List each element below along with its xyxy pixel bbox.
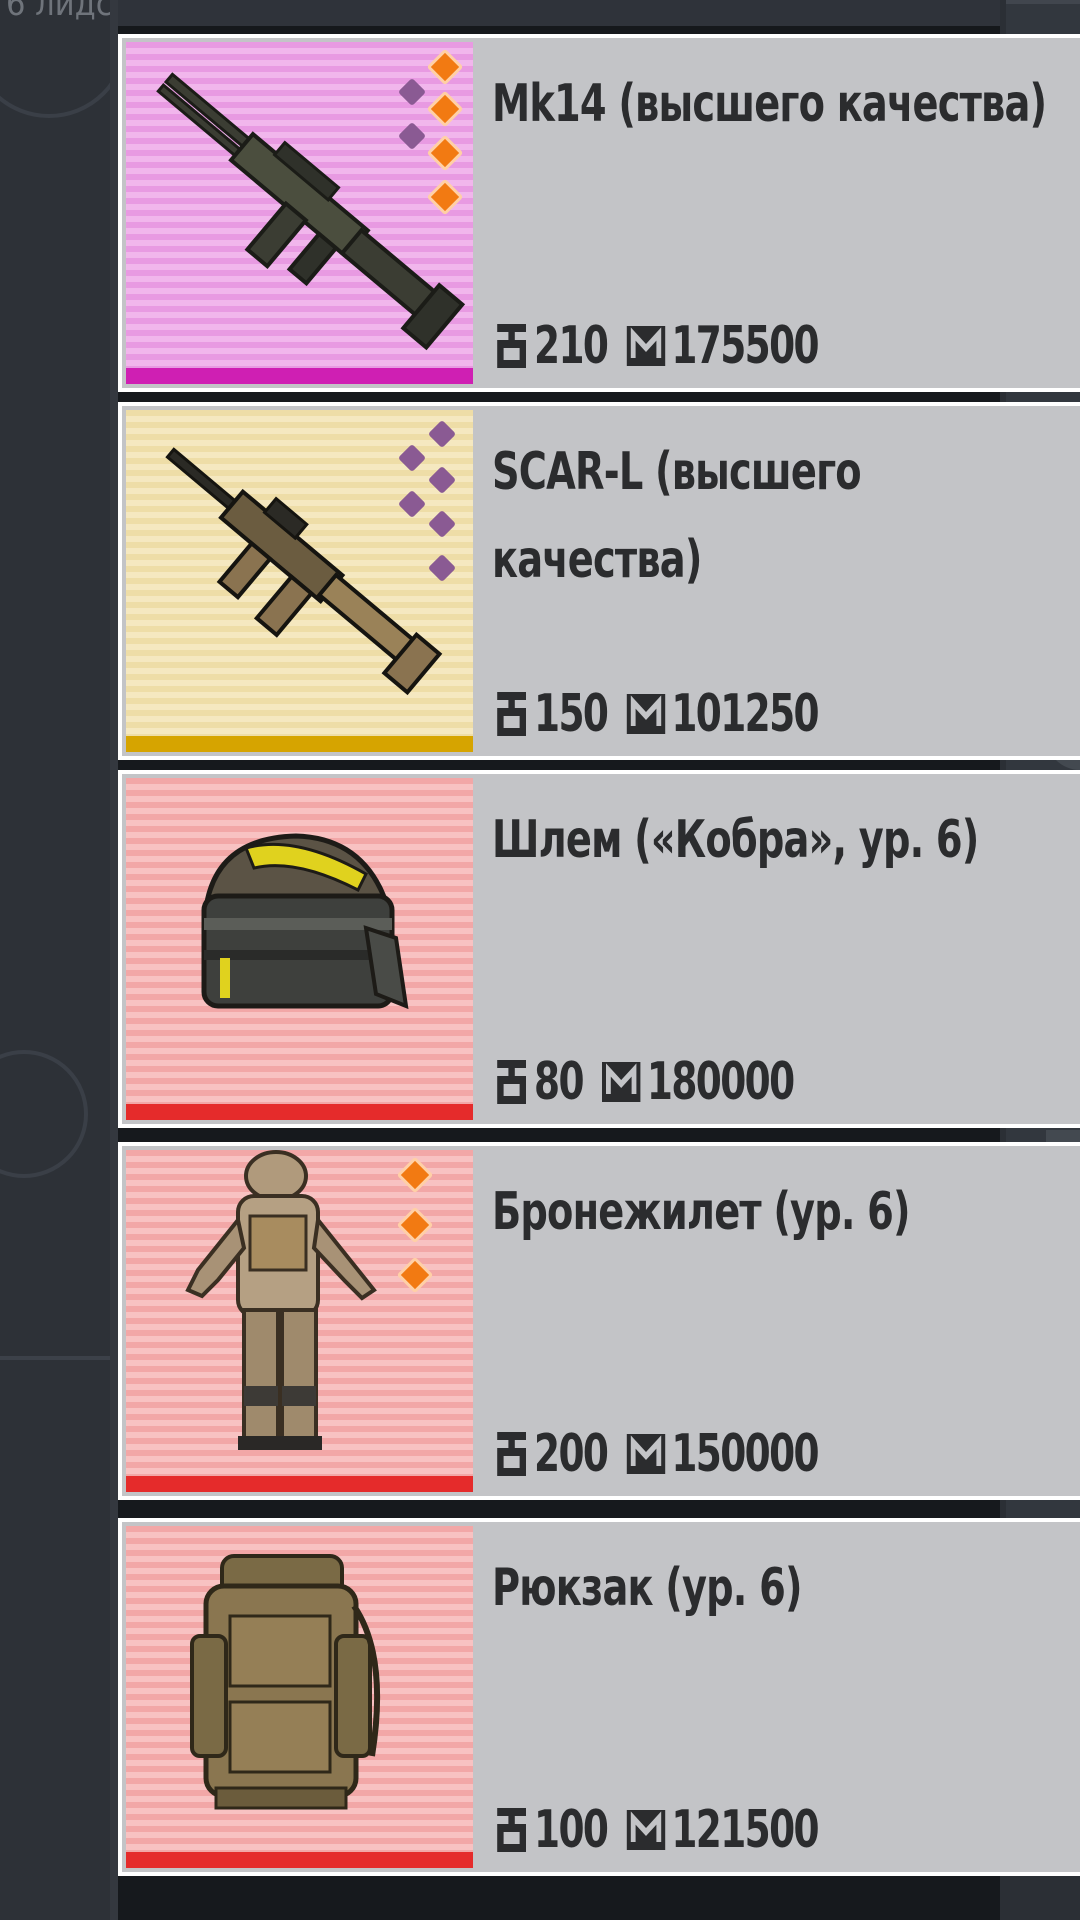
attachment-slot-filled xyxy=(426,134,464,172)
money-icon xyxy=(626,694,665,734)
left-panel xyxy=(0,0,128,1920)
item-weight: 210 xyxy=(534,316,609,376)
item-stats: 80 180000 xyxy=(494,1052,795,1112)
shop-item-list[interactable]: Mk14 (высшего качества) 210 175500 SCAR-… xyxy=(110,0,1080,1920)
money-icon xyxy=(626,1434,665,1474)
attachment-slot-empty xyxy=(397,443,427,473)
attachment-slot-filled xyxy=(396,1206,434,1244)
item-thumbnail xyxy=(126,1526,473,1868)
item-price: 121500 xyxy=(671,1800,819,1860)
background-circle xyxy=(0,1050,88,1178)
attachment-slot-filled xyxy=(426,90,464,128)
item-name: Рюкзак (ур. 6) xyxy=(492,1558,802,1618)
weight-icon xyxy=(497,692,526,736)
list-header-strip xyxy=(118,0,1000,30)
rarity-bar xyxy=(126,1104,473,1120)
item-stats: 210 175500 xyxy=(494,316,820,376)
attachment-indicators xyxy=(396,48,466,270)
item-name: Бронежилет (ур. 6) xyxy=(492,1182,911,1242)
corner-label: 6 лидс xyxy=(6,0,113,24)
item-thumbnail xyxy=(126,42,473,384)
money-icon xyxy=(602,1062,641,1102)
attachment-slot-empty xyxy=(427,553,457,583)
left-divider xyxy=(0,1356,110,1360)
weight-icon xyxy=(497,1432,526,1476)
item-card[interactable]: Шлем («Кобра», ур. 6) 80 180000 xyxy=(118,770,1080,1128)
money-icon xyxy=(626,326,665,366)
attachment-slot-filled xyxy=(396,1156,434,1194)
weight-icon xyxy=(497,324,526,368)
item-card[interactable]: Рюкзак (ур. 6) 100 121500 xyxy=(118,1518,1080,1876)
backpack-icon xyxy=(190,1554,381,1810)
item-name: Mk14 (высшего качества) xyxy=(492,74,1047,134)
item-weight: 80 xyxy=(534,1052,584,1112)
attachment-slot-filled xyxy=(426,178,464,216)
weight-icon xyxy=(497,1060,526,1104)
attachment-slot-filled xyxy=(396,1256,434,1294)
money-icon xyxy=(626,1810,665,1850)
item-price: 101250 xyxy=(671,684,819,744)
item-card[interactable]: SCAR-L (высшего качества) 150 101250 xyxy=(118,402,1080,760)
inventory-screen: 6 лидс Mk14 (высшего качества) 210 17550… xyxy=(0,0,1080,1920)
item-thumbnail xyxy=(126,410,473,752)
attachment-indicators xyxy=(376,1154,446,1374)
attachment-slot-filled xyxy=(426,48,464,86)
attachment-slot-empty xyxy=(427,465,457,495)
attachment-slot-empty xyxy=(427,509,457,539)
attachment-slot-empty xyxy=(397,77,427,107)
item-card[interactable]: Бронежилет (ур. 6) 200 150000 xyxy=(118,1142,1080,1500)
rarity-bar xyxy=(126,368,473,384)
attachment-indicators xyxy=(396,418,466,638)
item-thumbnail xyxy=(126,778,473,1120)
attachment-slot-empty xyxy=(427,419,457,449)
item-stats: 150 101250 xyxy=(494,684,820,744)
helmet-icon xyxy=(201,833,409,1010)
item-weight: 100 xyxy=(534,1800,609,1860)
item-name: Шлем («Кобра», ур. 6) xyxy=(492,810,979,870)
item-price: 180000 xyxy=(646,1052,795,1112)
rarity-bar xyxy=(126,736,473,752)
item-thumbnail xyxy=(126,1150,473,1492)
item-stats: 200 150000 xyxy=(494,1424,820,1484)
item-name: SCAR-L (высшего качества) xyxy=(492,442,862,590)
attachment-slot-empty xyxy=(397,121,427,151)
rarity-bar xyxy=(126,1476,473,1492)
item-price: 150000 xyxy=(671,1424,819,1484)
item-stats: 100 121500 xyxy=(494,1800,820,1860)
item-price: 175500 xyxy=(671,316,819,376)
attachment-slot-empty xyxy=(397,489,427,519)
item-weight: 150 xyxy=(534,684,609,744)
rarity-bar xyxy=(126,1852,473,1868)
item-weight: 200 xyxy=(534,1424,609,1484)
item-card[interactable]: Mk14 (высшего качества) 210 175500 xyxy=(118,34,1080,392)
weight-icon xyxy=(497,1808,526,1852)
